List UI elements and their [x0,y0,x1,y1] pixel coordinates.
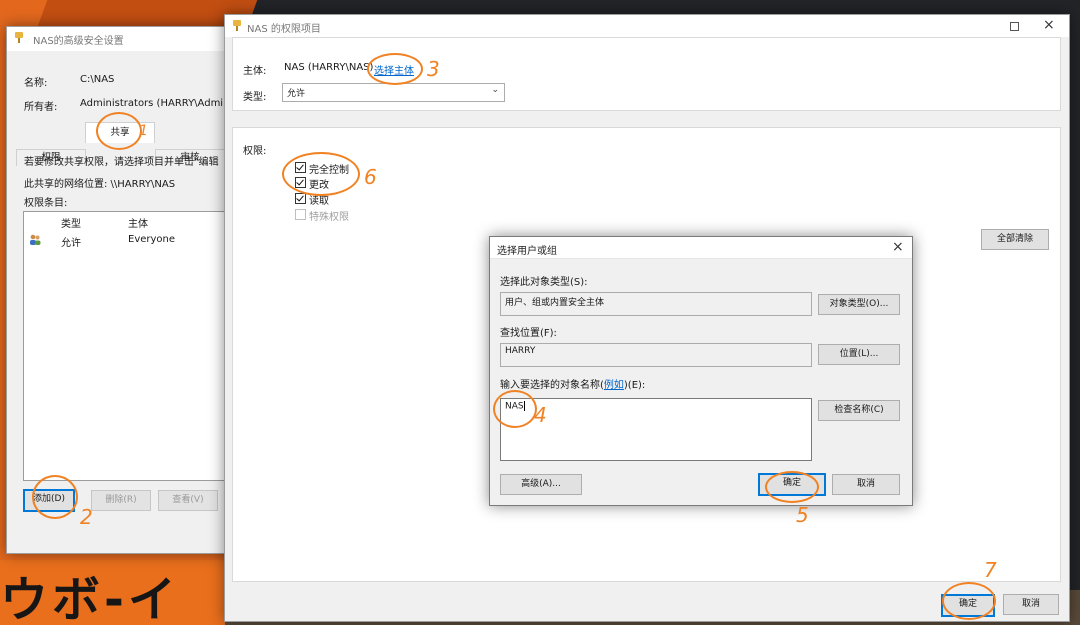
maximize-icon[interactable] [1010,22,1019,31]
column-header-principal[interactable]: 主体 [128,215,148,230]
annotation-number: 7 [984,558,997,582]
type-select-value: 允许 [287,89,306,99]
folder-pin-icon [233,20,241,31]
desktop-deco-text: ウボ-イ [0,572,180,625]
dialog-cancel-button[interactable]: 取消 [832,474,900,495]
select-users-dialog: 选择用户或组 × 选择此对象类型(S): 用户、组或内置安全主体 对象类型(O)… [489,236,913,506]
annotation-number: 4 [534,403,547,427]
permission-entries-list[interactable]: 类型 主体 允许 Everyone [23,211,231,481]
object-type-field: 用户、组或内置安全主体 [500,292,812,316]
owner-value: Administrators (HARRY\Adminis [80,98,238,109]
location-value: HARRY [505,346,536,356]
annotation-number: 5 [796,503,809,527]
annotation-number: 2 [80,505,93,529]
row-principal: Everyone [128,234,176,245]
window-title: NAS的高级安全设置 [33,36,124,47]
dialog-title: 选择用户或组 [497,246,557,257]
annotation-circle-final-ok [942,582,996,620]
cancel-button[interactable]: 取消 [1003,594,1059,615]
annotation-circle-share-tab [96,112,142,150]
name-label: 名称: [24,78,48,89]
chevron-down-icon: ⌄ [491,85,499,95]
annotation-number: 1 [139,123,148,139]
users-icon [29,234,41,245]
owner-label: 所有者: [24,102,58,113]
table-row[interactable]: 允许 Everyone [24,233,230,249]
close-icon[interactable]: × [892,239,904,255]
object-names-label-suffix: )(E): [623,380,646,391]
instruction-text: 若要修改共享权限，请选择项目并单击"编辑 [24,157,219,168]
checkbox-label: 特殊权限 [309,212,349,223]
annotation-number: 6 [364,165,377,189]
row-type: 允许 [61,238,81,249]
type-select[interactable]: 允许 ⌄ [282,83,505,102]
folder-pin-icon [15,32,23,43]
annotation-number: 3 [427,57,440,81]
location-label: 查找位置(F): [500,328,557,339]
object-type-label: 选择此对象类型(S): [500,277,588,288]
principal-panel: 主体: NAS (HARRY\NAS) 选择主体 类型: 允许 ⌄ [232,37,1061,111]
view-button[interactable]: 查看(V) [158,490,218,511]
object-types-button[interactable]: 对象类型(O)... [818,294,900,315]
principal-label: 主体: [243,66,267,77]
annotation-circle-dialog-ok [765,471,819,503]
location-button[interactable]: 位置(L)... [818,344,900,365]
window-title: NAS 的权限项目 [247,24,321,35]
permission-entries-label: 权限条目: [24,198,68,209]
object-names-input[interactable]: NAS [500,398,812,461]
checkbox [295,209,306,220]
column-header-type[interactable]: 类型 [61,215,81,230]
permissions-label: 权限: [243,146,267,157]
select-users-titlebar: 选择用户或组 × [490,237,912,259]
network-location-text: 此共享的网络位置: \\HARRY\NAS [24,179,176,190]
check-names-button[interactable]: 检查名称(C) [818,400,900,421]
advanced-button[interactable]: 高级(A)... [500,474,582,495]
checkbox[interactable] [295,193,306,204]
clear-all-button[interactable]: 全部清除 [981,229,1049,250]
close-icon[interactable]: × [1043,17,1055,33]
remove-button[interactable]: 删除(R) [91,490,151,511]
annotation-circle-add-button [32,475,78,519]
permission-checkbox-special: 特殊权限 [295,208,375,223]
permission-entry-titlebar: NAS 的权限项目 × [225,15,1069,37]
object-type-value: 用户、组或内置安全主体 [505,298,605,308]
advanced-security-titlebar: NAS的高级安全设置 [7,27,247,51]
principal-value: NAS (HARRY\NAS) [284,62,374,73]
advanced-security-window: NAS的高级安全设置 名称: C:\NAS 所有者: Administrator… [6,26,248,554]
location-field: HARRY [500,343,812,367]
annotation-circle-select-principal [367,53,423,85]
examples-link[interactable]: 例如 [604,380,624,391]
object-names-label: 输入要选择的对象名称(例如)(E): [500,376,645,391]
annotation-circle-object-name [493,390,537,428]
name-value: C:\NAS [80,74,115,85]
annotation-circle-permissions [282,152,360,196]
type-label: 类型: [243,92,267,103]
